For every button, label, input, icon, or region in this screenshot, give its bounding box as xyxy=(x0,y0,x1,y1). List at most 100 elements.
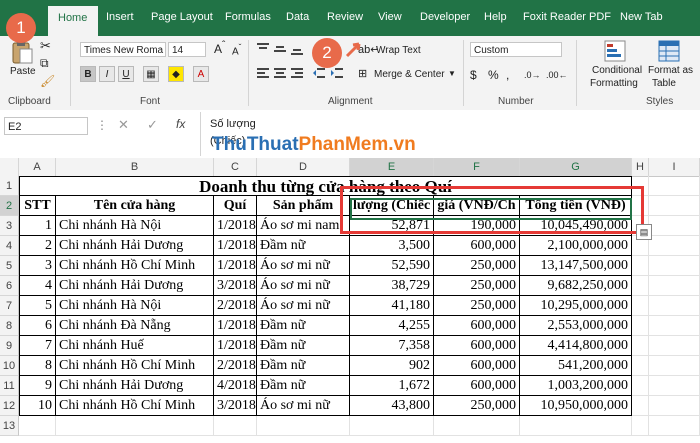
cell-price[interactable]: 600,000 xyxy=(434,376,520,396)
empty-cell[interactable] xyxy=(56,416,214,436)
cell-qty[interactable]: 3,500 xyxy=(350,236,434,256)
cell-quarter[interactable]: 1/2018 xyxy=(214,216,257,236)
decrease-font-icon[interactable]: Aˇ xyxy=(232,42,241,57)
font-name-box[interactable]: Times New Roma xyxy=(80,42,166,57)
insert-function-button[interactable]: fx xyxy=(176,117,185,131)
cell-qty[interactable]: 38,729 xyxy=(350,276,434,296)
row-header-6[interactable]: 6 xyxy=(0,276,19,296)
cell-price[interactable]: 250,000 xyxy=(434,296,520,316)
paste-icon[interactable] xyxy=(8,40,36,64)
cell-stt[interactable]: 8 xyxy=(19,356,56,376)
cell-store[interactable]: Chi nhánh Hà Nội xyxy=(56,296,214,316)
cell-product[interactable]: Áo sơ mi nữ xyxy=(257,276,350,296)
row-header-12[interactable]: 12 xyxy=(0,396,19,416)
cell-store[interactable]: Chi nhánh Huế xyxy=(56,336,214,356)
cell-stt[interactable]: 9 xyxy=(19,376,56,396)
row-header-9[interactable]: 9 xyxy=(0,336,19,356)
cell-product[interactable]: Đầm nữ xyxy=(257,236,350,256)
name-box[interactable]: E2 xyxy=(4,117,88,135)
cell-stt[interactable]: 6 xyxy=(19,316,56,336)
empty-cell[interactable] xyxy=(632,416,649,436)
empty-cell[interactable] xyxy=(649,176,700,196)
tab-review[interactable]: Review xyxy=(327,11,363,23)
underline-button[interactable]: U xyxy=(118,66,134,82)
increase-indent-icon[interactable] xyxy=(330,66,344,80)
empty-cell[interactable] xyxy=(632,316,649,336)
empty-cell[interactable] xyxy=(214,416,257,436)
cell-quarter[interactable]: 1/2018 xyxy=(214,316,257,336)
cell-product[interactable]: Đầm nữ xyxy=(257,336,350,356)
decrease-decimal-icon[interactable]: .00← xyxy=(546,70,568,80)
cell-quarter[interactable]: 1/2018 xyxy=(214,336,257,356)
cell-store[interactable]: Chi nhánh Hà Nội xyxy=(56,216,214,236)
row-header-3[interactable]: 3 xyxy=(0,216,19,236)
column-header-c[interactable]: C xyxy=(214,158,257,176)
increase-font-icon[interactable]: Aˆ xyxy=(214,40,225,56)
header-product[interactable]: Sản phẩm xyxy=(257,196,350,216)
cell-total[interactable]: 9,682,250,000 xyxy=(520,276,632,296)
cell-product[interactable]: Áo sơ mi nữ xyxy=(257,296,350,316)
cancel-icon[interactable]: ✕ xyxy=(118,117,129,133)
cell-total[interactable]: 13,147,500,000 xyxy=(520,256,632,276)
cell-price[interactable]: 250,000 xyxy=(434,396,520,416)
cell-product[interactable]: Áo sơ mi nữ xyxy=(257,256,350,276)
row-header-13[interactable]: 13 xyxy=(0,416,19,436)
cell-stt[interactable]: 3 xyxy=(19,256,56,276)
cell-total[interactable]: 2,553,000,000 xyxy=(520,316,632,336)
format-as-table-icon[interactable] xyxy=(658,40,680,62)
row-header-5[interactable]: 5 xyxy=(0,256,19,276)
cell-product[interactable]: Đầm nữ xyxy=(257,376,350,396)
empty-cell[interactable] xyxy=(434,416,520,436)
empty-cell[interactable] xyxy=(520,416,632,436)
cell-store[interactable]: Chi nhánh Đà Nẵng xyxy=(56,316,214,336)
empty-cell[interactable] xyxy=(19,416,56,436)
header-stt[interactable]: STT xyxy=(19,196,56,216)
row-header-1[interactable]: 1 xyxy=(0,176,19,196)
align-left-icon[interactable] xyxy=(256,66,270,80)
enter-icon[interactable]: ✓ xyxy=(147,117,158,133)
empty-cell[interactable] xyxy=(649,276,700,296)
empty-cell[interactable] xyxy=(649,216,700,236)
tab-insert[interactable]: Insert xyxy=(106,11,134,23)
cell-product[interactable]: Đầm nữ xyxy=(257,356,350,376)
bold-button[interactable]: B xyxy=(80,66,96,82)
tab-page-layout[interactable]: Page Layout xyxy=(151,11,213,23)
cell-quarter[interactable]: 2/2018 xyxy=(214,296,257,316)
empty-cell[interactable] xyxy=(632,376,649,396)
cell-total[interactable]: 4,414,800,000 xyxy=(520,336,632,356)
font-color-icon[interactable]: A xyxy=(193,66,209,82)
align-center-icon[interactable] xyxy=(273,66,287,80)
increase-decimal-icon[interactable]: .0→ xyxy=(524,70,541,80)
cell-total[interactable]: 10,295,000,000 xyxy=(520,296,632,316)
cell-quarter[interactable]: 4/2018 xyxy=(214,376,257,396)
cell-store[interactable]: Chi nhánh Hải Dương xyxy=(56,376,214,396)
bottom-align-icon[interactable] xyxy=(290,42,304,56)
column-header-e[interactable]: E xyxy=(350,158,434,176)
cell-store[interactable]: Chi nhánh Hồ Chí Minh xyxy=(56,396,214,416)
tab-help[interactable]: Help xyxy=(484,11,507,23)
fill-color-icon[interactable]: ◆ xyxy=(168,66,184,82)
borders-icon[interactable]: ▦ xyxy=(143,66,159,82)
cell-store[interactable]: Chi nhánh Hải Dương xyxy=(56,276,214,296)
row-header-8[interactable]: 8 xyxy=(0,316,19,336)
empty-cell[interactable] xyxy=(649,316,700,336)
row-header-10[interactable]: 10 xyxy=(0,356,19,376)
formula-content-line1[interactable]: Số lượng xyxy=(210,118,256,130)
copy-icon[interactable]: ⧉ xyxy=(40,56,49,71)
cell-qty[interactable]: 52,590 xyxy=(350,256,434,276)
select-all-corner[interactable] xyxy=(0,158,19,176)
italic-button[interactable]: I xyxy=(99,66,115,82)
cell-total[interactable]: 10,950,000,000 xyxy=(520,396,632,416)
empty-cell[interactable] xyxy=(649,256,700,276)
cell-price[interactable]: 600,000 xyxy=(434,316,520,336)
cell-product[interactable]: Áo sơ mi nam xyxy=(257,216,350,236)
cell-total[interactable]: 541,200,000 xyxy=(520,356,632,376)
cell-qty[interactable]: 902 xyxy=(350,356,434,376)
empty-cell[interactable] xyxy=(649,296,700,316)
empty-cell[interactable] xyxy=(649,396,700,416)
tab-developer[interactable]: Developer xyxy=(420,11,470,23)
header-store[interactable]: Tên cửa hàng xyxy=(56,196,214,216)
cell-qty[interactable]: 1,672 xyxy=(350,376,434,396)
cell-quarter[interactable]: 1/2018 xyxy=(214,236,257,256)
empty-cell[interactable] xyxy=(649,376,700,396)
